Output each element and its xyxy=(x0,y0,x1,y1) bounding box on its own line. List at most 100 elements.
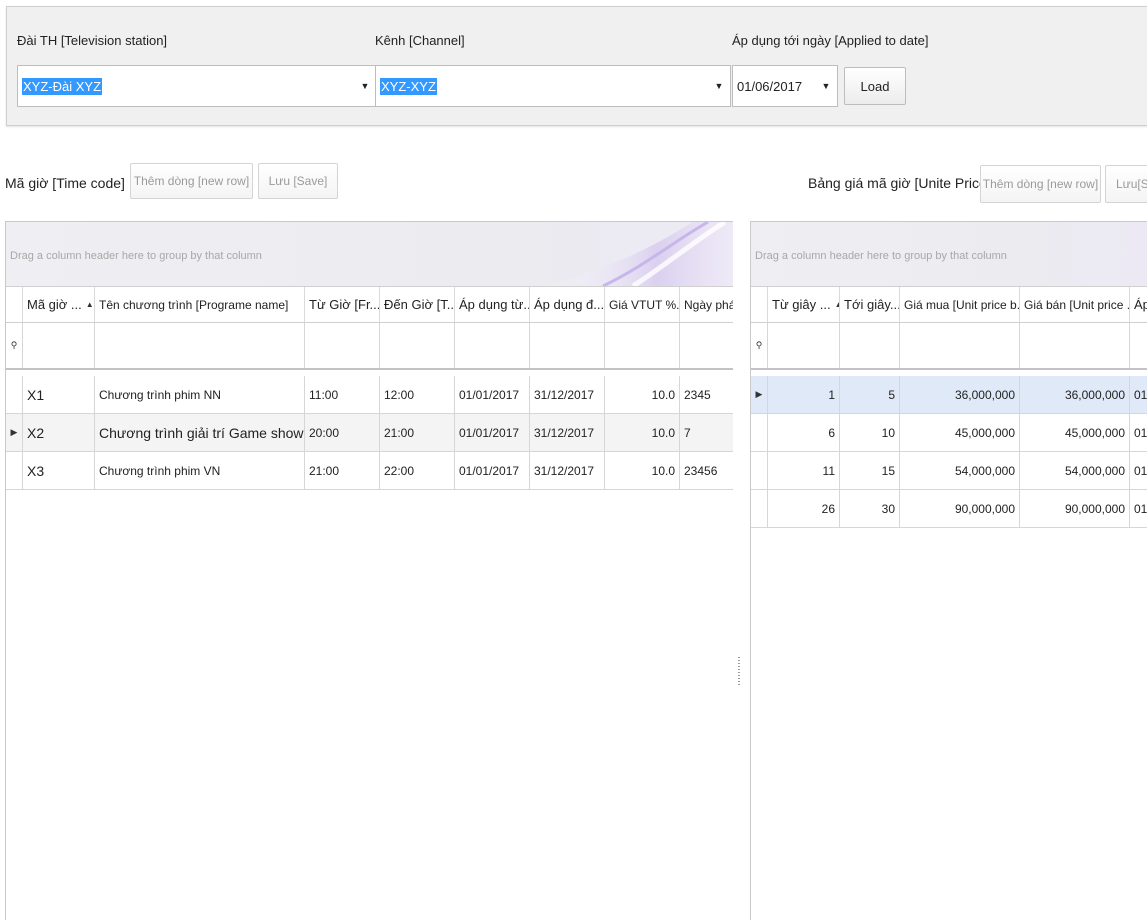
header-indicator-cell xyxy=(751,287,768,322)
filter-cell[interactable] xyxy=(840,323,900,368)
filter-cell[interactable] xyxy=(305,323,380,368)
filter-cell[interactable] xyxy=(530,323,605,368)
cell-time-code[interactable]: X1 xyxy=(23,376,95,413)
cell-to-time[interactable]: 22:00 xyxy=(380,452,455,489)
unit-price-save-button[interactable]: Lưu[S xyxy=(1105,165,1147,203)
filter-cell[interactable] xyxy=(680,323,733,368)
cell-applied-to[interactable]: 31/12/2017 xyxy=(530,452,605,489)
unit-price-new-row-button[interactable]: Thêm dòng [new row] xyxy=(980,165,1101,203)
column-header-applied-to[interactable]: Áp dụng đ... xyxy=(530,287,605,322)
dropdown-arrow-icon[interactable]: ▼ xyxy=(708,66,730,106)
cell-applied[interactable]: 01 xyxy=(1130,376,1147,413)
cell-broadcast-date[interactable]: 23456 xyxy=(680,452,733,489)
table-row[interactable]: ▶ 1 5 36,000,000 36,000,000 01 xyxy=(751,376,1147,414)
cell-sale-price[interactable]: 90,000,000 xyxy=(1020,490,1130,527)
group-by-panel[interactable]: Drag a column header here to group by th… xyxy=(751,222,1147,287)
column-header-applied-from[interactable]: Áp dụng từ... xyxy=(455,287,530,322)
filter-cell[interactable] xyxy=(900,323,1020,368)
cell-sale-price[interactable]: 54,000,000 xyxy=(1020,452,1130,489)
cell-applied-from[interactable]: 01/01/2017 xyxy=(455,452,530,489)
cell-applied-from[interactable]: 01/01/2017 xyxy=(455,376,530,413)
cell-time-code[interactable]: X2 xyxy=(23,414,95,451)
time-code-save-button[interactable]: Lưu [Save] xyxy=(258,163,338,199)
panel-splitter[interactable] xyxy=(733,221,750,920)
cell-program-name[interactable]: Chương trình phim VN xyxy=(95,452,305,489)
cell-from-second[interactable]: 1 xyxy=(768,376,840,413)
cell-vtut-price[interactable]: 10.0 xyxy=(605,414,680,451)
cell-applied[interactable]: 01 xyxy=(1130,452,1147,489)
dropdown-arrow-icon[interactable]: ▼ xyxy=(815,66,837,106)
cell-applied[interactable]: 01 xyxy=(1130,414,1147,451)
load-button[interactable]: Load xyxy=(844,67,906,105)
cell-purchase-price[interactable]: 90,000,000 xyxy=(900,490,1020,527)
cell-to-second[interactable]: 30 xyxy=(840,490,900,527)
column-header-to-time[interactable]: Đến Giờ [T... xyxy=(380,287,455,322)
cell-broadcast-date[interactable]: 7 xyxy=(680,414,733,451)
filter-cell[interactable] xyxy=(1020,323,1130,368)
cell-program-name[interactable]: Chương trình giải trí Game show X2 xyxy=(95,414,305,451)
dropdown-arrow-icon[interactable]: ▼ xyxy=(354,66,376,106)
cell-from-time[interactable]: 20:00 xyxy=(305,414,380,451)
station-combobox[interactable]: XYZ-Đài XYZ ▼ xyxy=(17,65,377,107)
filter-cell[interactable] xyxy=(380,323,455,368)
cell-from-time[interactable]: 11:00 xyxy=(305,376,380,413)
header-indicator-cell xyxy=(6,287,23,322)
cell-from-second[interactable]: 26 xyxy=(768,490,840,527)
cell-sale-price[interactable]: 36,000,000 xyxy=(1020,376,1130,413)
column-header-purchase-price[interactable]: Giá mua [Unit price b... xyxy=(900,287,1020,322)
column-header-program-name[interactable]: Tên chương trình [Programe name] xyxy=(95,287,305,322)
cell-to-second[interactable]: 5 xyxy=(840,376,900,413)
channel-value: XYZ-XYZ xyxy=(380,78,437,95)
cell-program-name[interactable]: Chương trình phim NN xyxy=(95,376,305,413)
cell-applied[interactable]: 01 xyxy=(1130,490,1147,527)
filter-cell[interactable] xyxy=(95,323,305,368)
group-by-panel[interactable]: Drag a column header here to group by th… xyxy=(6,222,733,287)
cell-broadcast-date[interactable]: 2345 xyxy=(680,376,733,413)
filter-cell[interactable] xyxy=(1130,323,1147,368)
filter-cell[interactable] xyxy=(605,323,680,368)
channel-combobox[interactable]: XYZ-XYZ ▼ xyxy=(375,65,731,107)
cell-to-time[interactable]: 21:00 xyxy=(380,414,455,451)
table-row[interactable]: X3 Chương trình phim VN 21:00 22:00 01/0… xyxy=(6,452,733,490)
row-indicator xyxy=(6,376,23,413)
filter-cell[interactable] xyxy=(455,323,530,368)
column-header-vtut-price[interactable]: Giá VTUT %... xyxy=(605,287,680,322)
column-header-sale-price[interactable]: Giá bán [Unit price ... xyxy=(1020,287,1130,322)
cell-from-second[interactable]: 6 xyxy=(768,414,840,451)
table-row[interactable]: 11 15 54,000,000 54,000,000 01 xyxy=(751,452,1147,490)
splitter-grip-icon[interactable] xyxy=(738,657,740,687)
column-header-from-second[interactable]: Từ giây ...▲ xyxy=(768,287,840,322)
cell-vtut-price[interactable]: 10.0 xyxy=(605,376,680,413)
cell-from-second[interactable]: 11 xyxy=(768,452,840,489)
date-picker[interactable]: 01/06/2017 ▼ xyxy=(732,65,838,107)
cell-to-second[interactable]: 10 xyxy=(840,414,900,451)
group-by-hint: Drag a column header here to group by th… xyxy=(10,250,262,262)
cell-applied-to[interactable]: 31/12/2017 xyxy=(530,414,605,451)
filter-panel: Đài TH [Television station] XYZ-Đài XYZ … xyxy=(6,6,1147,126)
table-row[interactable]: 26 30 90,000,000 90,000,000 01 xyxy=(751,490,1147,528)
cell-applied-to[interactable]: 31/12/2017 xyxy=(530,376,605,413)
cell-sale-price[interactable]: 45,000,000 xyxy=(1020,414,1130,451)
time-code-new-row-button[interactable]: Thêm dòng [new row] xyxy=(130,163,253,199)
cell-to-time[interactable]: 12:00 xyxy=(380,376,455,413)
column-header-time-code[interactable]: Mã giờ ... ▲ xyxy=(23,287,95,322)
cell-vtut-price[interactable]: 10.0 xyxy=(605,452,680,489)
table-row[interactable]: ▶ X2 Chương trình giải trí Game show X2 … xyxy=(6,414,733,452)
cell-purchase-price[interactable]: 36,000,000 xyxy=(900,376,1020,413)
row-indicator xyxy=(751,490,768,527)
cell-purchase-price[interactable]: 54,000,000 xyxy=(900,452,1020,489)
column-header-from-time[interactable]: Từ Giờ [Fr... xyxy=(305,287,380,322)
table-row[interactable]: 6 10 45,000,000 45,000,000 01 xyxy=(751,414,1147,452)
filter-cell[interactable] xyxy=(23,323,95,368)
column-header-applied[interactable]: Áp xyxy=(1130,287,1147,322)
row-focus-icon: ▶ xyxy=(751,376,768,413)
cell-time-code[interactable]: X3 xyxy=(23,452,95,489)
cell-purchase-price[interactable]: 45,000,000 xyxy=(900,414,1020,451)
table-row[interactable]: X1 Chương trình phim NN 11:00 12:00 01/0… xyxy=(6,376,733,414)
cell-to-second[interactable]: 15 xyxy=(840,452,900,489)
cell-from-time[interactable]: 21:00 xyxy=(305,452,380,489)
column-header-broadcast-date[interactable]: Ngày phát xyxy=(680,287,733,322)
column-header-to-second[interactable]: Tới giây... xyxy=(840,287,900,322)
cell-applied-from[interactable]: 01/01/2017 xyxy=(455,414,530,451)
filter-cell[interactable] xyxy=(768,323,840,368)
